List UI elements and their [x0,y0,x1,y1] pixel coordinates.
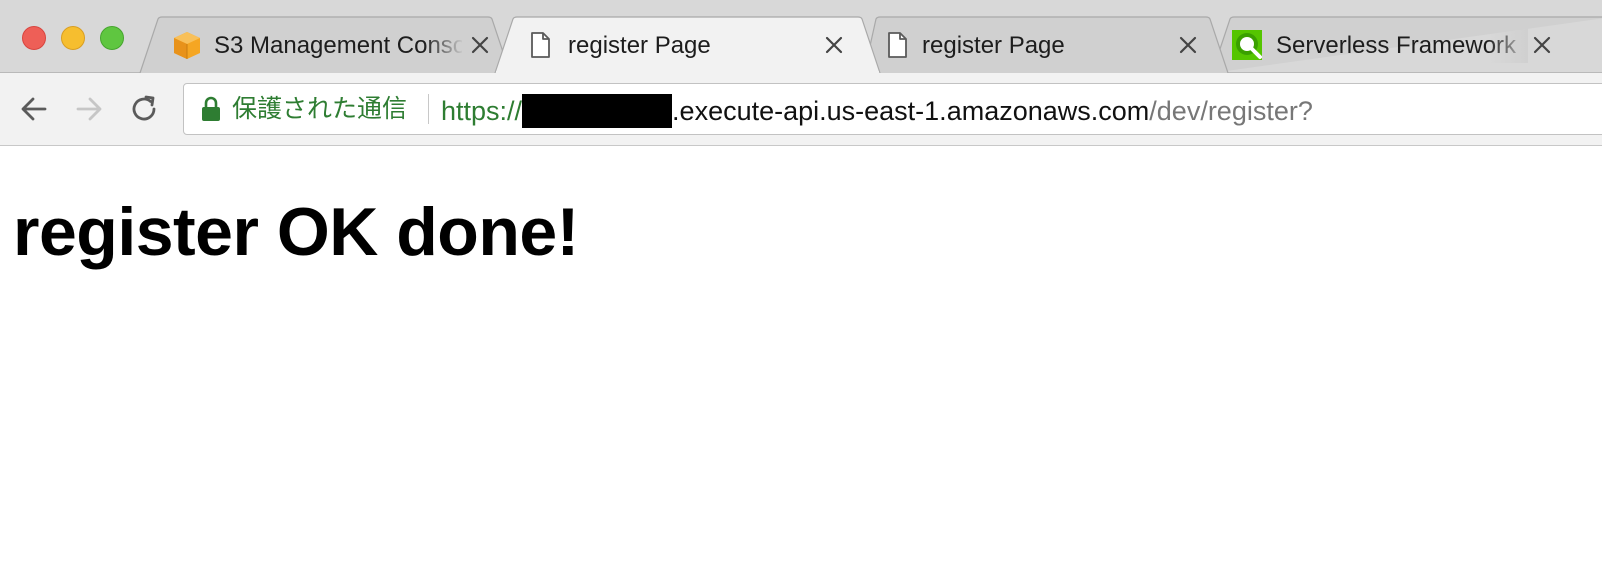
document-icon [531,32,550,58]
address-separator [428,94,429,124]
url-text[interactable]: https:// .execute-api.us-east-1.amazonaws… [441,94,1313,128]
url-host: .execute-api.us-east-1.amazonaws.com [672,96,1150,126]
lock-icon [202,96,220,121]
tab-s3-management-console[interactable]: S3 Management Console [139,16,511,74]
tab-register-page-active[interactable]: register Page [494,16,881,74]
close-icon[interactable] [1530,33,1554,57]
tab-title: register Page [922,32,1065,59]
qiita-logo-icon [1232,30,1262,60]
page-heading: register OK done! [13,194,579,270]
arrow-right-icon[interactable] [71,91,107,127]
url-scheme: https:// [441,96,523,126]
document-icon [888,32,907,58]
tab-title-fade [424,27,464,63]
address-bar[interactable]: 保護された通信 https:// .execute-api.us-east-1.a… [183,83,1602,135]
tab-strip: S3 Management Console Serverless Framewo… [0,0,1602,74]
browser-window: S3 Management Console Serverless Framewo… [0,0,1602,582]
aws-box-icon [174,32,200,59]
tab-title-fade [1488,27,1528,63]
browser-toolbar: 保護された通信 https:// .execute-api.us-east-1.a… [0,73,1602,146]
close-icon[interactable] [468,33,492,57]
tab-title: register Page [568,32,711,59]
window-maximize-button[interactable] [100,26,124,50]
close-icon[interactable] [1176,33,1200,57]
reload-icon[interactable] [126,91,162,127]
secure-connection-label[interactable]: 保護された通信 [232,94,407,124]
tab-serverless-framework[interactable]: Serverless Framework [1211,16,1602,74]
window-close-button[interactable] [22,26,46,50]
page-content: register OK done! [0,146,1602,582]
redacted-host-block [522,94,673,128]
tab-register-page-2[interactable]: register Page [858,16,1229,74]
window-minimize-button[interactable] [61,26,85,50]
arrow-left-icon[interactable] [16,91,52,127]
close-icon[interactable] [822,33,846,57]
url-path: /dev/register? [1149,96,1313,126]
